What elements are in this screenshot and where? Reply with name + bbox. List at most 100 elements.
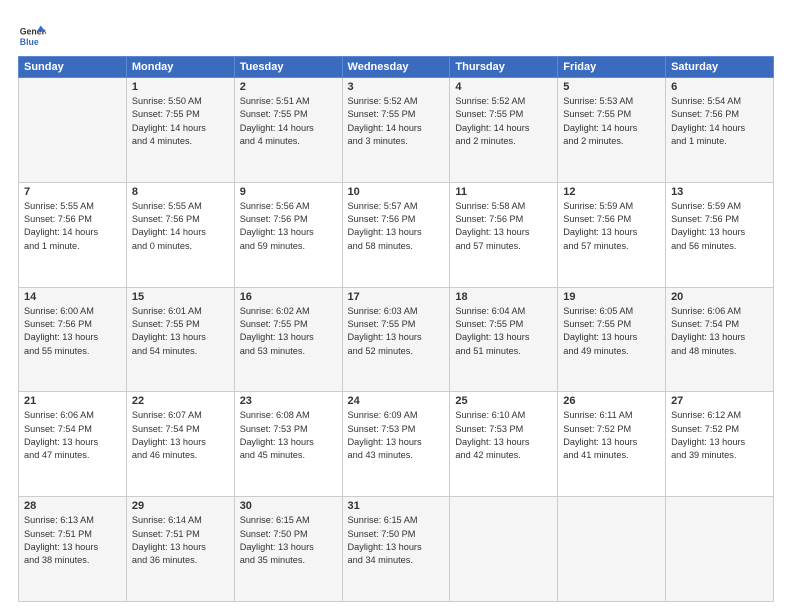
day-info-line: Sunrise: 6:10 AM: [455, 409, 552, 422]
col-header-friday: Friday: [558, 57, 666, 78]
day-info-line: Daylight: 13 hours: [563, 226, 660, 239]
col-header-thursday: Thursday: [450, 57, 558, 78]
day-number: 22: [132, 395, 229, 407]
day-info-line: Sunset: 7:56 PM: [24, 318, 121, 331]
calendar-cell: 31Sunrise: 6:15 AMSunset: 7:50 PMDayligh…: [342, 497, 450, 602]
day-number: 16: [240, 291, 337, 303]
day-info-line: Sunset: 7:55 PM: [132, 108, 229, 121]
day-info-line: Daylight: 13 hours: [24, 331, 121, 344]
day-info-line: Sunset: 7:52 PM: [563, 423, 660, 436]
day-info: Sunrise: 6:06 AMSunset: 7:54 PMDaylight:…: [24, 409, 121, 462]
calendar-cell: 23Sunrise: 6:08 AMSunset: 7:53 PMDayligh…: [234, 392, 342, 497]
day-info: Sunrise: 6:11 AMSunset: 7:52 PMDaylight:…: [563, 409, 660, 462]
calendar-row: 28Sunrise: 6:13 AMSunset: 7:51 PMDayligh…: [19, 497, 774, 602]
day-info-line: Sunset: 7:56 PM: [24, 213, 121, 226]
day-info-line: Sunset: 7:56 PM: [132, 213, 229, 226]
day-info-line: Sunset: 7:50 PM: [240, 528, 337, 541]
calendar-cell: 10Sunrise: 5:57 AMSunset: 7:56 PMDayligh…: [342, 182, 450, 287]
page: General Blue SundayMondayTuesdayWednesda…: [0, 0, 792, 612]
calendar-cell: [666, 497, 774, 602]
calendar-cell: 4Sunrise: 5:52 AMSunset: 7:55 PMDaylight…: [450, 78, 558, 183]
day-info-line: and 36 minutes.: [132, 554, 229, 567]
day-info-line: and 43 minutes.: [348, 449, 445, 462]
day-info: Sunrise: 6:15 AMSunset: 7:50 PMDaylight:…: [240, 514, 337, 567]
day-info-line: and 2 minutes.: [455, 135, 552, 148]
calendar-cell: 29Sunrise: 6:14 AMSunset: 7:51 PMDayligh…: [126, 497, 234, 602]
day-info-line: Daylight: 13 hours: [455, 436, 552, 449]
day-number: 24: [348, 395, 445, 407]
day-number: 28: [24, 500, 121, 512]
day-info-line: Sunset: 7:55 PM: [455, 318, 552, 331]
calendar-cell: 16 Sunrise: 6:02 AMSunset: 7:55 PMDayligh…: [234, 287, 342, 392]
day-info-line: Sunset: 7:55 PM: [348, 318, 445, 331]
day-info-line: and 35 minutes.: [240, 554, 337, 567]
day-info-line: Sunset: 7:56 PM: [671, 108, 768, 121]
day-info-line: and 53 minutes.: [240, 345, 337, 358]
day-info-line: and 1 minute.: [671, 135, 768, 148]
day-info-line: Sunrise: 6:07 AM: [132, 409, 229, 422]
day-info-line: Sunset: 7:55 PM: [563, 108, 660, 121]
day-info-line: Sunrise: 5:58 AM: [455, 200, 552, 213]
day-info-line: and 4 minutes.: [132, 135, 229, 148]
day-info-line: Daylight: 14 hours: [563, 122, 660, 135]
day-info-line: Sunrise: 5:54 AM: [671, 95, 768, 108]
day-number: 11: [455, 186, 552, 198]
day-number: 8: [132, 186, 229, 198]
day-info-line: Sunset: 7:53 PM: [455, 423, 552, 436]
day-info: Sunrise: 6:00 AMSunset: 7:56 PMDaylight:…: [24, 305, 121, 358]
calendar-cell: 19Sunrise: 6:05 AMSunset: 7:55 PMDayligh…: [558, 287, 666, 392]
day-info-line: and 41 minutes.: [563, 449, 660, 462]
day-info-line: Sunrise: 6:05 AM: [563, 305, 660, 318]
day-number: 4: [455, 81, 552, 93]
col-header-wednesday: Wednesday: [342, 57, 450, 78]
day-info-line: Sunrise: 5:56 AM: [240, 200, 337, 213]
day-info-line: Daylight: 13 hours: [348, 226, 445, 239]
calendar-cell: 2Sunrise: 5:51 AMSunset: 7:55 PMDaylight…: [234, 78, 342, 183]
day-info-line: Daylight: 14 hours: [348, 122, 445, 135]
header-row: SundayMondayTuesdayWednesdayThursdayFrid…: [19, 57, 774, 78]
day-info-line: Sunset: 7:56 PM: [348, 213, 445, 226]
day-info-line: Daylight: 13 hours: [240, 331, 337, 344]
header: General Blue: [18, 18, 774, 50]
calendar-row: 14Sunrise: 6:00 AMSunset: 7:56 PMDayligh…: [19, 287, 774, 392]
day-info-line: Daylight: 13 hours: [671, 331, 768, 344]
day-info-line: Daylight: 14 hours: [671, 122, 768, 135]
day-info-line: Sunset: 7:55 PM: [240, 108, 337, 121]
day-info-line: Sunset: 7:55 PM: [563, 318, 660, 331]
day-info: Sunrise: 6:02 AMSunset: 7:55 PMDaylight:…: [240, 305, 337, 358]
day-info-line: Daylight: 13 hours: [240, 436, 337, 449]
day-info-line: and 56 minutes.: [671, 240, 768, 253]
day-info-line: and 46 minutes.: [132, 449, 229, 462]
day-info: Sunrise: 5:53 AMSunset: 7:55 PMDaylight:…: [563, 95, 660, 148]
day-info-line: Sunset: 7:55 PM: [348, 108, 445, 121]
calendar-cell: 17Sunrise: 6:03 AMSunset: 7:55 PMDayligh…: [342, 287, 450, 392]
day-info: Sunrise: 5:51 AMSunset: 7:55 PMDaylight:…: [240, 95, 337, 148]
day-info: Sunrise: 5:55 AMSunset: 7:56 PMDaylight:…: [24, 200, 121, 253]
day-info-line: Sunrise: 5:52 AM: [455, 95, 552, 108]
day-info-line: Sunrise: 6:08 AM: [240, 409, 337, 422]
day-info-line: and 59 minutes.: [240, 240, 337, 253]
calendar-cell: 20Sunrise: 6:06 AMSunset: 7:54 PMDayligh…: [666, 287, 774, 392]
calendar-cell: 1Sunrise: 5:50 AMSunset: 7:55 PMDaylight…: [126, 78, 234, 183]
day-info-line: Daylight: 13 hours: [671, 226, 768, 239]
day-info: Sunrise: 6:12 AMSunset: 7:52 PMDaylight:…: [671, 409, 768, 462]
calendar-cell: 18Sunrise: 6:04 AMSunset: 7:55 PMDayligh…: [450, 287, 558, 392]
day-info-line: Sunrise: 6:03 AM: [348, 305, 445, 318]
col-header-monday: Monday: [126, 57, 234, 78]
day-info-line: Daylight: 14 hours: [132, 226, 229, 239]
calendar-cell: 21Sunrise: 6:06 AMSunset: 7:54 PMDayligh…: [19, 392, 127, 497]
day-info-line: Daylight: 13 hours: [671, 436, 768, 449]
day-info-line: Daylight: 13 hours: [455, 331, 552, 344]
day-info-line: Sunrise: 6:04 AM: [455, 305, 552, 318]
calendar-cell: 13Sunrise: 5:59 AMSunset: 7:56 PMDayligh…: [666, 182, 774, 287]
day-info-line: Daylight: 13 hours: [348, 541, 445, 554]
day-info-line: and 0 minutes.: [132, 240, 229, 253]
day-info-line: and 34 minutes.: [348, 554, 445, 567]
day-info-line: Sunrise: 5:53 AM: [563, 95, 660, 108]
day-info: Sunrise: 6:15 AMSunset: 7:50 PMDaylight:…: [348, 514, 445, 567]
day-info-line: Sunset: 7:53 PM: [240, 423, 337, 436]
calendar-cell: 30Sunrise: 6:15 AMSunset: 7:50 PMDayligh…: [234, 497, 342, 602]
day-info-line: and 47 minutes.: [24, 449, 121, 462]
day-info: Sunrise: 6:10 AMSunset: 7:53 PMDaylight:…: [455, 409, 552, 462]
day-info-line: Daylight: 13 hours: [132, 541, 229, 554]
